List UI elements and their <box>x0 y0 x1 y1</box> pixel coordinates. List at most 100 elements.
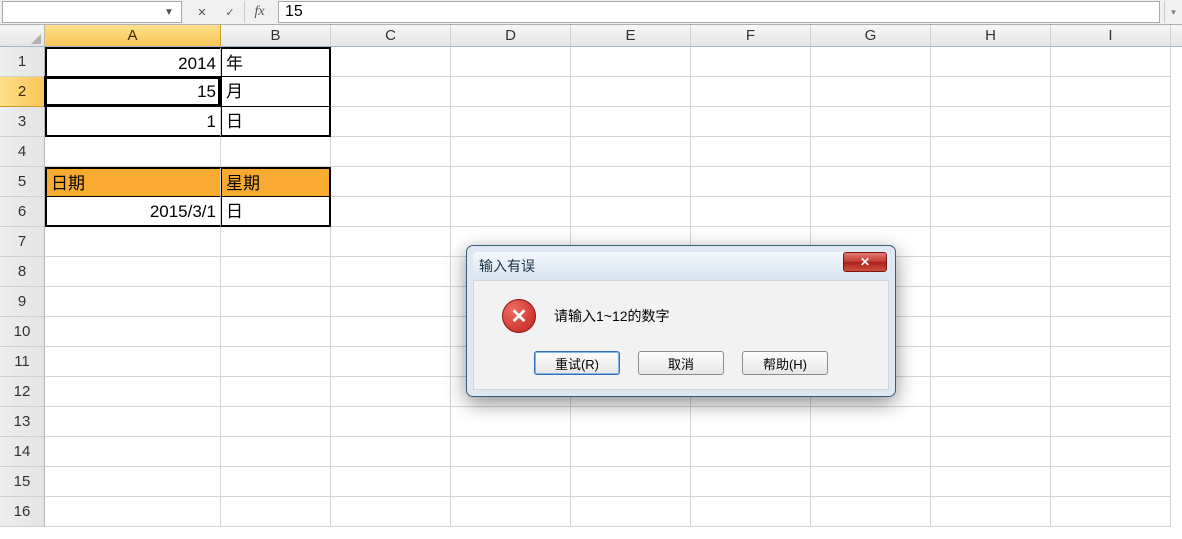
row-header-6[interactable]: 6 <box>0 197 45 227</box>
col-header-G[interactable]: G <box>811 25 931 46</box>
cell-G13[interactable] <box>811 407 931 437</box>
cell-H12[interactable] <box>931 377 1051 407</box>
row-header-1[interactable]: 1 <box>0 47 45 77</box>
row-header-2[interactable]: 2 <box>0 77 45 107</box>
row-header-5[interactable]: 5 <box>0 167 45 197</box>
cell-H4[interactable] <box>931 137 1051 167</box>
cell-F6[interactable] <box>691 197 811 227</box>
cell-D14[interactable] <box>451 437 571 467</box>
cell-E13[interactable] <box>571 407 691 437</box>
cell-H2[interactable] <box>931 77 1051 107</box>
cell-B7[interactable] <box>221 227 331 257</box>
row-header-4[interactable]: 4 <box>0 137 45 167</box>
help-button[interactable]: 帮助(H) <box>742 351 828 375</box>
cell-B9[interactable] <box>221 287 331 317</box>
row-header-10[interactable]: 10 <box>0 317 45 347</box>
cell-F4[interactable] <box>691 137 811 167</box>
row-header-12[interactable]: 12 <box>0 377 45 407</box>
cell-A4[interactable] <box>45 137 221 167</box>
cell-E15[interactable] <box>571 467 691 497</box>
cell-D1[interactable] <box>451 47 571 77</box>
cell-I12[interactable] <box>1051 377 1171 407</box>
col-header-I[interactable]: I <box>1051 25 1171 46</box>
cell-I4[interactable] <box>1051 137 1171 167</box>
cell-C13[interactable] <box>331 407 451 437</box>
cell-A1[interactable]: 2014 <box>45 47 221 77</box>
cell-C8[interactable] <box>331 257 451 287</box>
cell-G15[interactable] <box>811 467 931 497</box>
cell-C12[interactable] <box>331 377 451 407</box>
dialog-titlebar[interactable]: 输入有误 ✕ <box>473 252 889 280</box>
cell-B4[interactable] <box>221 137 331 167</box>
cell-C5[interactable] <box>331 167 451 197</box>
row-header-16[interactable]: 16 <box>0 497 45 527</box>
cell-H8[interactable] <box>931 257 1051 287</box>
cell-A3[interactable]: 1 <box>45 107 221 137</box>
cell-F3[interactable] <box>691 107 811 137</box>
cell-B12[interactable] <box>221 377 331 407</box>
fx-icon[interactable]: fx <box>244 1 274 23</box>
cell-B1[interactable]: 年 <box>221 47 331 77</box>
cell-E16[interactable] <box>571 497 691 527</box>
cell-C4[interactable] <box>331 137 451 167</box>
cell-C14[interactable] <box>331 437 451 467</box>
cell-G1[interactable] <box>811 47 931 77</box>
cell-F5[interactable] <box>691 167 811 197</box>
cell-A14[interactable] <box>45 437 221 467</box>
cell-H14[interactable] <box>931 437 1051 467</box>
cell-A12[interactable] <box>45 377 221 407</box>
cell-F15[interactable] <box>691 467 811 497</box>
cell-F16[interactable] <box>691 497 811 527</box>
cell-I1[interactable] <box>1051 47 1171 77</box>
cell-C3[interactable] <box>331 107 451 137</box>
cell-A16[interactable] <box>45 497 221 527</box>
cell-I9[interactable] <box>1051 287 1171 317</box>
cell-I11[interactable] <box>1051 347 1171 377</box>
cell-B8[interactable] <box>221 257 331 287</box>
cell-E3[interactable] <box>571 107 691 137</box>
name-box-dropdown-icon[interactable]: ▼ <box>161 7 177 18</box>
cell-D3[interactable] <box>451 107 571 137</box>
cell-C1[interactable] <box>331 47 451 77</box>
cell-D6[interactable] <box>451 197 571 227</box>
cell-I15[interactable] <box>1051 467 1171 497</box>
cell-B14[interactable] <box>221 437 331 467</box>
cell-A10[interactable] <box>45 317 221 347</box>
cell-E6[interactable] <box>571 197 691 227</box>
cell-B16[interactable] <box>221 497 331 527</box>
cancel-formula-icon[interactable]: ✕ <box>188 1 216 23</box>
cell-H16[interactable] <box>931 497 1051 527</box>
col-header-F[interactable]: F <box>691 25 811 46</box>
col-header-B[interactable]: B <box>221 25 331 46</box>
cell-H5[interactable] <box>931 167 1051 197</box>
cell-C11[interactable] <box>331 347 451 377</box>
cell-H11[interactable] <box>931 347 1051 377</box>
col-header-E[interactable]: E <box>571 25 691 46</box>
cell-E4[interactable] <box>571 137 691 167</box>
cell-F2[interactable] <box>691 77 811 107</box>
cell-I3[interactable] <box>1051 107 1171 137</box>
cell-D5[interactable] <box>451 167 571 197</box>
col-header-D[interactable]: D <box>451 25 571 46</box>
cell-I2[interactable] <box>1051 77 1171 107</box>
cell-B10[interactable] <box>221 317 331 347</box>
cell-B2[interactable]: 月 <box>221 77 331 107</box>
cell-B15[interactable] <box>221 467 331 497</box>
row-header-11[interactable]: 11 <box>0 347 45 377</box>
formula-input[interactable]: 15 <box>278 1 1160 23</box>
cell-F13[interactable] <box>691 407 811 437</box>
row-header-15[interactable]: 15 <box>0 467 45 497</box>
cell-E5[interactable] <box>571 167 691 197</box>
accept-formula-icon[interactable]: ✓ <box>216 1 244 23</box>
cell-H7[interactable] <box>931 227 1051 257</box>
select-all-corner[interactable] <box>0 25 45 46</box>
name-box[interactable]: ▼ <box>2 1 182 23</box>
cell-B11[interactable] <box>221 347 331 377</box>
cell-B13[interactable] <box>221 407 331 437</box>
cell-H13[interactable] <box>931 407 1051 437</box>
row-header-3[interactable]: 3 <box>0 107 45 137</box>
cell-A5[interactable]: 日期 <box>45 167 221 197</box>
cell-G3[interactable] <box>811 107 931 137</box>
cell-A15[interactable] <box>45 467 221 497</box>
row-header-7[interactable]: 7 <box>0 227 45 257</box>
